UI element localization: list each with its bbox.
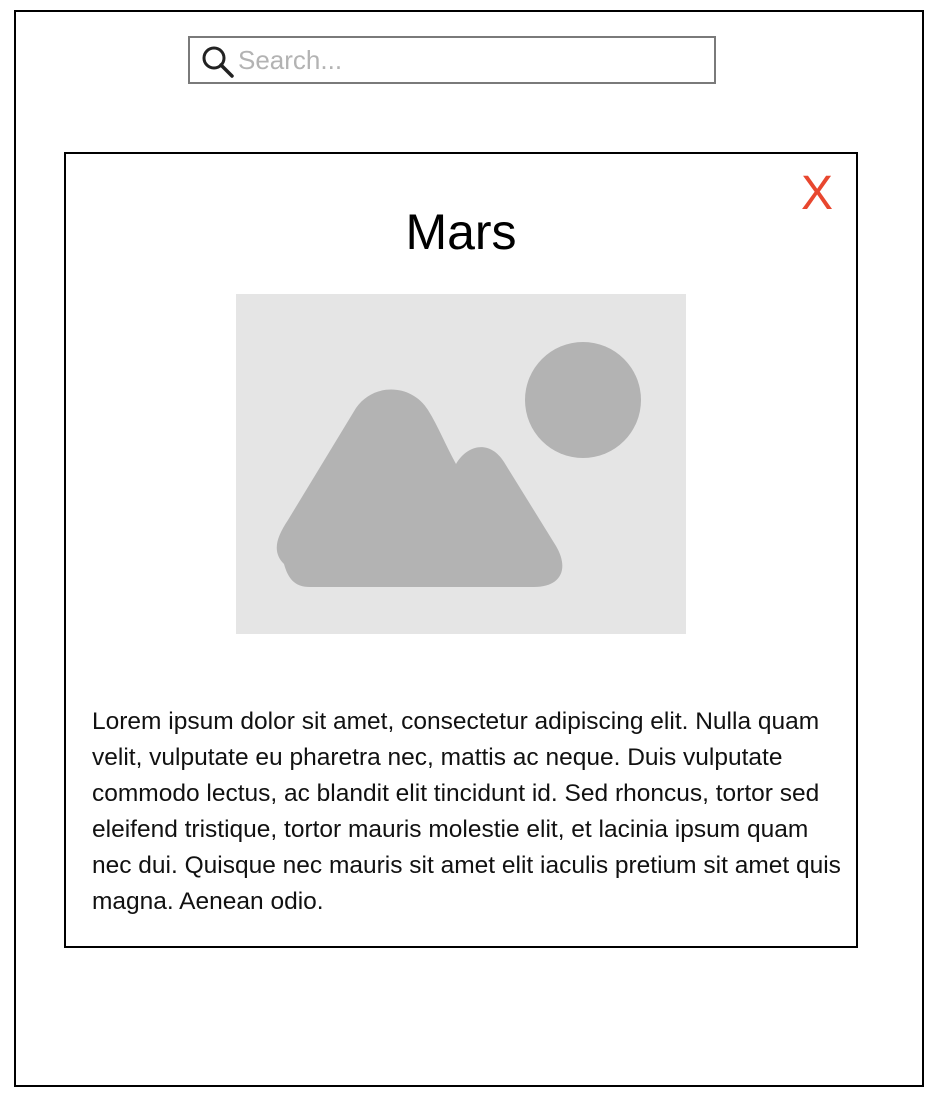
search-icon [200, 44, 236, 80]
search-bar[interactable] [188, 36, 716, 84]
image-placeholder [236, 294, 686, 634]
search-input[interactable] [238, 42, 698, 78]
card-title: Mars [405, 204, 517, 260]
card-description: Lorem ipsum dolor sit amet, consectetur … [92, 708, 841, 915]
image-placeholder-icon [276, 342, 641, 587]
mountain-shape [276, 389, 563, 587]
sun-shape [525, 342, 641, 458]
